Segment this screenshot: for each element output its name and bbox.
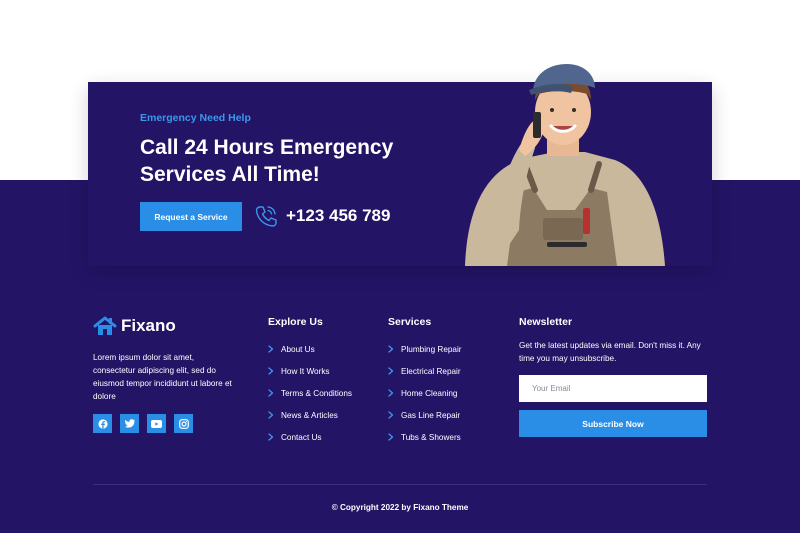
link-label: How It Works bbox=[281, 366, 330, 376]
twitter-icon bbox=[124, 419, 135, 428]
chevron-right-icon bbox=[268, 389, 274, 397]
link-label: Electrical Repair bbox=[401, 366, 461, 376]
cta-title-line-2: Services All Time! bbox=[140, 163, 320, 186]
chevron-right-icon bbox=[268, 367, 274, 375]
explore-links: About Us How It Works Terms & Conditions… bbox=[268, 338, 352, 448]
cta-eyebrow: Emergency Need Help bbox=[140, 112, 251, 124]
plumber-on-phone-photo bbox=[465, 64, 665, 266]
services-title: Services bbox=[388, 316, 432, 328]
link-plumbing-repair[interactable]: Plumbing Repair bbox=[388, 338, 462, 360]
cta-title-line-1: Call 24 Hours Emergency bbox=[140, 136, 394, 159]
house-logo-icon bbox=[93, 316, 117, 335]
copyright-text: © Copyright 2022 by Fixano Theme bbox=[331, 503, 469, 512]
link-gas-line-repair[interactable]: Gas Line Repair bbox=[388, 404, 462, 426]
link-terms-conditions[interactable]: Terms & Conditions bbox=[268, 382, 352, 404]
request-service-button[interactable]: Request a Service bbox=[140, 202, 242, 231]
instagram-icon bbox=[178, 418, 189, 429]
twitter-link[interactable] bbox=[120, 414, 139, 433]
link-home-cleaning[interactable]: Home Cleaning bbox=[388, 382, 462, 404]
chevron-right-icon bbox=[388, 389, 394, 397]
link-electrical-repair[interactable]: Electrical Repair bbox=[388, 360, 462, 382]
youtube-link[interactable] bbox=[147, 414, 166, 433]
chevron-right-icon bbox=[268, 345, 274, 353]
chevron-right-icon bbox=[388, 433, 394, 441]
email-field[interactable] bbox=[519, 375, 707, 402]
brand-name: Fixano bbox=[121, 316, 176, 335]
facebook-link[interactable] bbox=[93, 414, 112, 433]
social-links bbox=[93, 414, 193, 433]
youtube-icon bbox=[151, 419, 162, 428]
link-label: News & Articles bbox=[281, 410, 338, 420]
brand[interactable]: Fixano bbox=[93, 316, 176, 336]
services-links: Plumbing Repair Electrical Repair Home C… bbox=[388, 338, 462, 448]
chevron-right-icon bbox=[268, 433, 274, 441]
chevron-right-icon bbox=[388, 345, 394, 353]
phone-icon bbox=[255, 206, 277, 227]
cta-phone-number[interactable]: +123 456 789 bbox=[286, 206, 390, 226]
link-tubs-showers[interactable]: Tubs & Showers bbox=[388, 426, 462, 448]
instagram-link[interactable] bbox=[174, 414, 193, 433]
subscribe-button[interactable]: Subscribe Now bbox=[519, 410, 707, 437]
link-label: Tubs & Showers bbox=[401, 432, 461, 442]
chevron-right-icon bbox=[388, 367, 394, 375]
footer-divider bbox=[93, 484, 707, 485]
footer-about-text: Lorem ipsum dolor sit amet, consectetur … bbox=[93, 353, 232, 401]
link-label: Contact Us bbox=[281, 432, 322, 442]
link-about-us[interactable]: About Us bbox=[268, 338, 352, 360]
link-label: Gas Line Repair bbox=[401, 410, 461, 420]
link-news-articles[interactable]: News & Articles bbox=[268, 404, 352, 426]
link-label: Home Cleaning bbox=[401, 388, 458, 398]
link-label: About Us bbox=[281, 344, 315, 354]
cta-title: Call 24 Hours Emergency Services All Tim… bbox=[140, 134, 420, 188]
chevron-right-icon bbox=[268, 411, 274, 419]
chevron-right-icon bbox=[388, 411, 394, 419]
link-label: Plumbing Repair bbox=[401, 344, 462, 354]
facebook-icon bbox=[97, 418, 108, 429]
link-label: Terms & Conditions bbox=[281, 388, 352, 398]
newsletter-title: Newsletter bbox=[519, 316, 573, 328]
link-how-it-works[interactable]: How It Works bbox=[268, 360, 352, 382]
link-contact-us[interactable]: Contact Us bbox=[268, 426, 352, 448]
explore-title: Explore Us bbox=[268, 316, 323, 328]
newsletter-description: Get the latest updates via email. Don't … bbox=[519, 341, 701, 363]
